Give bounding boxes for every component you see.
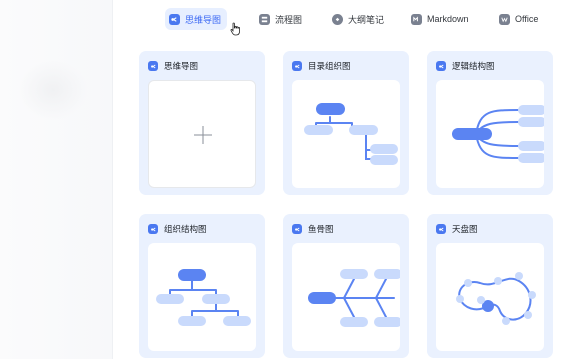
template-card-org[interactable]: 组织结构图 (139, 214, 265, 358)
card-title: 天盘图 (452, 224, 478, 234)
tab-flowchart[interactable]: 流程图 (255, 8, 308, 30)
logic-diagram (452, 105, 544, 163)
tab-office[interactable]: Office (495, 8, 544, 30)
mindmap-icon (436, 224, 446, 234)
org-preview[interactable] (148, 243, 256, 351)
card-header: 天盘图 (436, 222, 478, 236)
template-card-sky[interactable]: 天盘图 (427, 214, 553, 358)
mindmap-icon (148, 224, 158, 234)
mindmap-icon (292, 61, 302, 71)
markdown-tab-icon (411, 13, 422, 25)
mindmap-icon (436, 61, 446, 71)
template-tabs: 思维导图 流程图 大纲笔记 Markdown Office (0, 0, 571, 40)
tab-outline[interactable]: 大纲笔记 (328, 8, 390, 30)
tab-label: Office (515, 14, 539, 24)
tab-label: 流程图 (275, 14, 303, 25)
left-panel (0, 0, 113, 359)
card-title: 逻辑结构图 (452, 61, 495, 71)
card-header: 逻辑结构图 (436, 59, 495, 73)
office-tab-icon (499, 13, 510, 25)
card-title: 目录组织图 (308, 61, 351, 71)
directory-preview[interactable] (292, 80, 400, 188)
card-title: 思维导图 (164, 61, 199, 71)
mindmap-icon (292, 224, 302, 234)
hand-cursor-icon (230, 22, 240, 36)
card-title: 组织结构图 (164, 224, 207, 234)
card-header: 鱼骨图 (292, 222, 334, 236)
tab-label: Markdown (427, 14, 469, 24)
mindmap-icon (148, 61, 158, 71)
logic-preview[interactable] (436, 80, 544, 188)
org-diagram (156, 269, 251, 326)
template-card-mindmap[interactable]: 思维导图 (139, 51, 265, 195)
plus-icon (194, 126, 212, 144)
mindmap-tab-icon (169, 13, 180, 25)
card-header: 组织结构图 (148, 222, 207, 236)
fishbone-diagram (308, 269, 400, 327)
left-panel-shadow (18, 60, 88, 120)
blank-preview[interactable] (148, 80, 256, 188)
sky-diagram (456, 272, 536, 325)
tab-label: 大纲笔记 (348, 14, 385, 25)
tab-markdown[interactable]: Markdown (407, 8, 475, 30)
template-card-fishbone[interactable]: 鱼骨图 (283, 214, 409, 358)
card-header: 思维导图 (148, 59, 198, 73)
tab-label: 思维导图 (185, 14, 222, 25)
card-header: 目录组织图 (292, 59, 351, 73)
fishbone-preview[interactable] (292, 243, 400, 351)
template-card-directory[interactable]: 目录组织图 (283, 51, 409, 195)
flowchart-tab-icon (259, 13, 270, 25)
template-card-logic[interactable]: 逻辑结构图 (427, 51, 553, 195)
sky-preview[interactable] (436, 243, 544, 351)
tab-mindmap[interactable]: 思维导图 (165, 8, 228, 30)
directory-diagram (304, 103, 398, 165)
outline-tab-icon (332, 13, 343, 25)
card-title: 鱼骨图 (308, 224, 334, 234)
